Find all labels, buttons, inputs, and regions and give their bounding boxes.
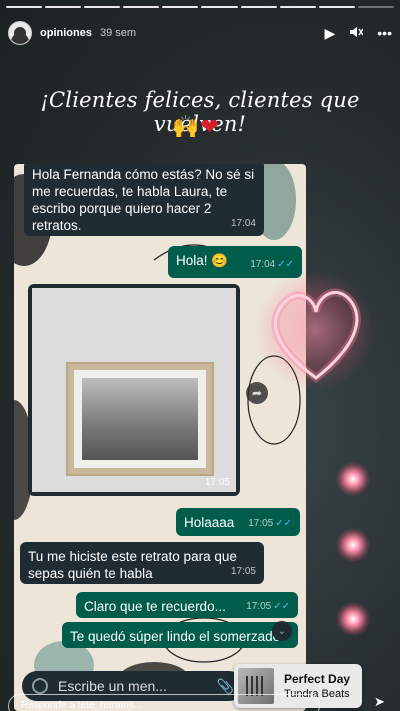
message-outgoing: Claro que te recuerdo... 17:05 ✓✓	[76, 592, 298, 618]
raised-hands-icon: 🙌	[172, 114, 200, 139]
forward-icon[interactable]: ➦	[246, 382, 268, 404]
emoji-icon[interactable]	[32, 678, 48, 694]
message-time: 17:05	[248, 518, 274, 529]
read-receipt-icon: ✓✓	[275, 518, 292, 529]
chat-screenshot: Hola Fernanda cómo estás? No sé si me re…	[14, 164, 306, 711]
picture-frame	[66, 362, 214, 476]
portrait-photo[interactable]	[32, 288, 236, 492]
red-heart-icon: ❤	[200, 114, 219, 139]
emoji-sticker: 🙌 ❤	[172, 114, 219, 140]
post-time: 39 sem	[99, 27, 137, 39]
story-controls: ▶ •••	[325, 25, 393, 41]
frame-mat	[74, 370, 206, 468]
message-text: Claro que te recuerdo...	[84, 599, 226, 614]
progress-segment	[240, 6, 277, 8]
song-title: Perfect Day	[284, 672, 351, 686]
message-text: Hola! 😊	[176, 253, 229, 268]
message-incoming: Hola Fernanda cómo estás? No sé si me re…	[24, 164, 264, 236]
message-time: 17:05	[230, 566, 256, 577]
message-text: Te quedó súper lindo el somerzado!	[70, 629, 284, 644]
reply-placeholder[interactable]: Responde a tete_retratos...	[21, 700, 142, 711]
progress-segment	[279, 6, 316, 8]
story-progress	[6, 6, 394, 8]
story-viewer: opiniones 39 sem ▶ ••• ¡Clientes felices…	[0, 0, 400, 711]
attach-icon[interactable]: 📎	[217, 678, 234, 695]
message-incoming: Tu me hiciste este retrato para que sepa…	[20, 542, 264, 584]
message-time: 17:04	[250, 259, 276, 270]
message-text: Holaaaa	[184, 515, 235, 530]
family-portrait-drawing	[82, 378, 198, 460]
progress-segment	[162, 6, 199, 8]
message-time: 17:05	[246, 601, 272, 612]
progress-segment	[201, 6, 238, 8]
glow-dot	[336, 462, 370, 496]
glow-dot	[336, 528, 370, 562]
message-outgoing: Hola! 😊 17:04 ✓✓	[168, 246, 302, 278]
progress-segment-current	[318, 6, 355, 8]
story-header: opiniones 39 sem ▶ •••	[8, 20, 392, 46]
progress-segment	[6, 6, 43, 8]
avatar[interactable]	[8, 21, 32, 45]
username[interactable]: opiniones	[40, 27, 92, 39]
message-text: Hola Fernanda cómo estás? No sé si me re…	[32, 167, 255, 233]
glow-dot	[336, 602, 370, 636]
progress-segment	[84, 6, 121, 8]
read-receipt-icon: ✓✓	[273, 601, 290, 612]
more-options-icon[interactable]: •••	[377, 26, 392, 40]
message-time: 17:04	[230, 218, 256, 229]
message-photo[interactable]: 17:05	[28, 284, 240, 496]
glowing-heart-icon	[271, 288, 361, 384]
play-icon[interactable]: ▶	[325, 26, 336, 40]
message-time: 17:05	[204, 477, 230, 488]
avatar-image	[14, 27, 26, 39]
mute-icon[interactable]	[349, 25, 364, 41]
message-text: Tu me hiciste este retrato para que sepa…	[28, 549, 237, 581]
progress-segment	[123, 6, 160, 8]
read-receipt-icon: ✓✓	[277, 259, 294, 270]
message-input-placeholder[interactable]: Escribe un men...	[58, 678, 217, 694]
scroll-down-icon[interactable]: ⌄	[272, 621, 292, 641]
progress-segment	[357, 6, 394, 8]
album-art	[246, 676, 266, 696]
send-icon[interactable]: ➤	[374, 694, 385, 710]
reply-input[interactable]: Responde a tete_retratos...	[8, 694, 320, 711]
message-outgoing: Holaaaa 17:05 ✓✓	[176, 508, 300, 536]
progress-segment	[45, 6, 82, 8]
message-outgoing: Te quedó súper lindo el somerzado!	[62, 622, 298, 648]
